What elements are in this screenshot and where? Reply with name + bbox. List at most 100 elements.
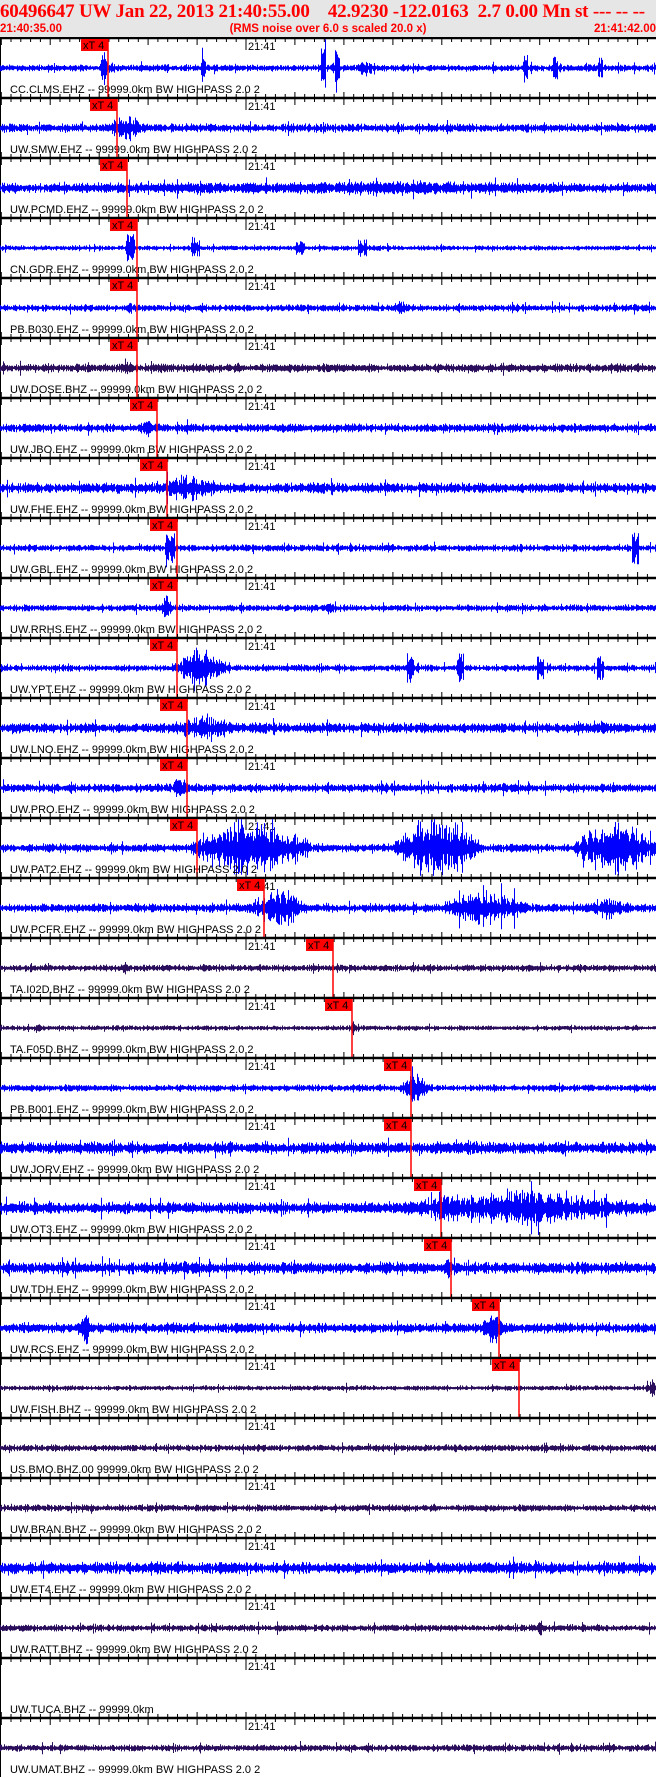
- trace-row: 21:41UW.OT3.EHZ -- 99999.0km BW HIGHPASS…: [0, 1172, 656, 1237]
- minute-label: 21:41: [248, 1721, 276, 1733]
- trace-row: 21:41 UW.PRO.EHZ -- 99999.0km BW HIGHPASS…: [0, 752, 656, 817]
- minute-label: 21:41: [248, 1121, 276, 1133]
- minute-label: 21:41: [248, 461, 276, 473]
- trace-row: 21:41 UW.UMAT.BHZ -- 99999.0km BW HIGHPAS…: [0, 1712, 656, 1777]
- station-label: UW.UMAT.BHZ -- 99999.0km BW HIGHPASS 2.0…: [10, 1764, 260, 1776]
- trace-row: 21:41 UW.SMW.EHZ -- 99999.0km BW HIGHPASS…: [0, 92, 656, 157]
- waveform: [0, 532, 656, 568]
- station-label: UW.ET4.EHZ -- 99999.0km BW HIGHPASS 2.0 …: [10, 1584, 251, 1596]
- pick-label: xT 4: [83, 40, 104, 52]
- station-label: UW.JORV.EHZ -- 99999.0km BW HIGHPASS 2.0…: [10, 1164, 259, 1176]
- pick-label: xT 4: [327, 1000, 348, 1012]
- minute-label: 21:41: [248, 761, 276, 773]
- minute-label: 21:41: [248, 1541, 276, 1553]
- rms-note: (RMS noise over 6.0 s scaled 20.0 x): [229, 23, 427, 35]
- minute-label: 21:41: [248, 1001, 276, 1013]
- event-title: 60496647 UW Jan 22, 2013 21:40:55.00 42.…: [0, 1, 656, 22]
- station-label: UW.YPT.EHZ -- 99999.0km BW HIGHPASS 2.0 …: [10, 684, 251, 696]
- station-label: CC.CLMS.EHZ -- 99999.0km BW HIGHPASS 2.0…: [10, 84, 260, 96]
- trace-row: 21:41UW.PAT2.EHZ -- 99999.0km BW HIGHPAS…: [0, 812, 656, 877]
- trace-row: 21:41 CC.CLMS.EHZ -- 99999.0km BW HIGHPAS…: [0, 37, 656, 97]
- trace-row: 21:41UW.JBO.EHZ -- 99999.0km BW HIGHPASS…: [0, 392, 656, 457]
- minute-label: 21:41: [248, 221, 276, 233]
- minute-label: 21:41: [248, 1301, 276, 1313]
- pick-label: xT 4: [239, 880, 260, 892]
- trace-row: 21:41 UW.RATT.BHZ -- 99999.0km BW HIGHPAS…: [0, 1592, 656, 1657]
- pick-label: xT 4: [172, 820, 193, 832]
- pick-label: xT 4: [152, 580, 173, 592]
- pick-label: xT 4: [102, 160, 123, 172]
- station-label: UW.FISH.BHZ -- 99999.0km BW HIGHPASS 2.0…: [10, 1404, 256, 1416]
- pick-label: xT 4: [162, 700, 183, 712]
- minute-label: 21:41: [248, 1361, 276, 1373]
- station-label: UW.PCMD.EHZ -- 99999.0km BW HIGHPASS 2.0…: [10, 204, 263, 216]
- trace-row: 21:41 UW.FISH.BHZ -- 99999.0km BW HIGHPAS…: [0, 1352, 656, 1417]
- trace-row: 21:41 UW.JORV.EHZ -- 99999.0km BW HIGHPAS…: [0, 1112, 656, 1177]
- minute-label: 21:41: [248, 1061, 276, 1073]
- seismogram-plot: 21:41 CC.CLMS.EHZ -- 99999.0km BW HIGHPAS…: [0, 37, 656, 1777]
- station-label: UW.TUCA.BHZ -- 99999.0km: [10, 1704, 154, 1716]
- trace-row: 21:41 CN.GDR.EHZ -- 99999.0km BW HIGHPASS…: [0, 212, 656, 277]
- waveform: [0, 595, 656, 618]
- minute-label: 21:41: [248, 1421, 276, 1433]
- minute-label: 21:41: [248, 281, 276, 293]
- minute-label: 21:41: [248, 401, 276, 413]
- minute-label: 21:41: [248, 1481, 276, 1493]
- trace-row: 21:41 TA.I02D.BHZ -- 99999.0km BW HIGHPAS…: [0, 932, 656, 997]
- station-label: UW.RRHS.EHZ -- 99999.0km BW HIGHPASS 2.0…: [10, 624, 262, 636]
- trace-row: 21:41 UW.DOSE.BHZ -- 99999.0km BW HIGHPAS…: [0, 332, 656, 397]
- minute-label: 21:41: [248, 41, 276, 53]
- minute-label: 21:41: [248, 641, 276, 653]
- trace-row: 21:41 UW.BRAN.BHZ -- 99999.0km BW HIGHPAS…: [0, 1472, 656, 1537]
- pick-label: xT 4: [132, 400, 153, 412]
- trace-row: 21:41 PB.B001.EHZ -- 99999.0km BW HIGHPAS…: [0, 1052, 656, 1117]
- waveform: [0, 1066, 656, 1102]
- header: 60496647 UW Jan 22, 2013 21:40:55.00 42.…: [0, 0, 656, 37]
- minute-label: 21:41: [248, 161, 276, 173]
- station-label: PB.B001.EHZ -- 99999.0km BW HIGHPASS 2.0…: [10, 1104, 254, 1116]
- trace-row: 21:41 UW.LNO.EHZ -- 99999.0km BW HIGHPASS…: [0, 692, 656, 757]
- pick-label: xT 4: [386, 1060, 407, 1072]
- station-label: UW.PAT2.EHZ -- 99999.0km BW HIGHPASS 2.0…: [10, 864, 257, 876]
- pick-label: xT 4: [308, 940, 329, 952]
- minute-label: 21:41: [248, 1661, 276, 1673]
- trace-row: 21:41 UW.PCMD.EHZ -- 99999.0km BW HIGHPAS…: [0, 152, 656, 217]
- pick-label: xT 4: [92, 100, 113, 112]
- trace-row: 21:41UW.GBL.EHZ -- 99999.0km BW HIGHPASS…: [0, 512, 656, 577]
- pick-label: xT 4: [162, 760, 183, 772]
- waveform: [0, 883, 656, 930]
- station-label: UW.TDH.EHZ -- 99999.0km BW HIGHPASS 2.0 …: [10, 1284, 254, 1296]
- pick-label: xT 4: [112, 340, 133, 352]
- trace-row: 21:41TA.F05D.BHZ -- 99999.0km BW HIGHPAS…: [0, 992, 656, 1057]
- waveform: [0, 1315, 656, 1345]
- trace-row: 21:41 UW.ET4.EHZ -- 99999.0km BW HIGHPASS…: [0, 1532, 656, 1597]
- station-label: UW.LNO.EHZ -- 99999.0km BW HIGHPASS 2.0 …: [10, 744, 254, 756]
- minute-label: 21:41: [248, 521, 276, 533]
- trace-row: 21:41 UW.TDH.EHZ -- 99999.0km BW HIGHPASS…: [0, 1232, 656, 1297]
- trace-row: 21:41UW.PCFR.EHZ -- 99999.0km BW HIGHPAS…: [0, 872, 656, 937]
- pick-label: xT 4: [142, 460, 163, 472]
- trace-row: 21:41 US.BMO.BHZ.00 99999.0km BW HIGHPASS…: [0, 1412, 656, 1477]
- minute-label: 21:41: [248, 1601, 276, 1613]
- station-label: TA.I02D.BHZ -- 99999.0km BW HIGHPASS 2.0…: [10, 984, 250, 996]
- pick-label: xT 4: [416, 1180, 437, 1192]
- station-label: US.BMO.BHZ.00 99999.0km BW HIGHPASS 2.0 …: [10, 1464, 259, 1476]
- minute-label: 21:41: [248, 1181, 276, 1193]
- pick-label: xT 4: [112, 220, 133, 232]
- trace-row: 21:41 UW.RRHS.EHZ -- 99999.0km BW HIGHPAS…: [0, 572, 656, 637]
- pick-label: xT 4: [494, 1360, 515, 1372]
- station-label: CN.GDR.EHZ -- 99999.0km BW HIGHPASS 2.0 …: [10, 264, 254, 276]
- trace-row: 21:41 PB.B030.EHZ -- 99999.0km BW HIGHPAS…: [0, 272, 656, 337]
- trace-row: 21:41 UW.TUCA.BHZ -- 99999.0km: [0, 1652, 656, 1717]
- pick-label: xT 4: [112, 280, 133, 292]
- pick-label: xT 4: [152, 640, 173, 652]
- minute-label: 21:41: [248, 701, 276, 713]
- station-label: UW.RCS.EHZ -- 99999.0km BW HIGHPASS 2.0 …: [10, 1344, 254, 1356]
- trace-row: 21:41 UW.YPT.EHZ -- 99999.0km BW HIGHPASS…: [0, 632, 656, 697]
- station-label: UW.BRAN.BHZ -- 99999.0km BW HIGHPASS 2.0…: [10, 1524, 262, 1536]
- pick-label: xT 4: [386, 1120, 407, 1132]
- pick-label: xT 4: [152, 520, 173, 532]
- minute-label: 21:41: [248, 341, 276, 353]
- waveform: [0, 358, 656, 376]
- station-label: UW.DOSE.BHZ -- 99999.0km BW HIGHPASS 2.0…: [10, 384, 262, 396]
